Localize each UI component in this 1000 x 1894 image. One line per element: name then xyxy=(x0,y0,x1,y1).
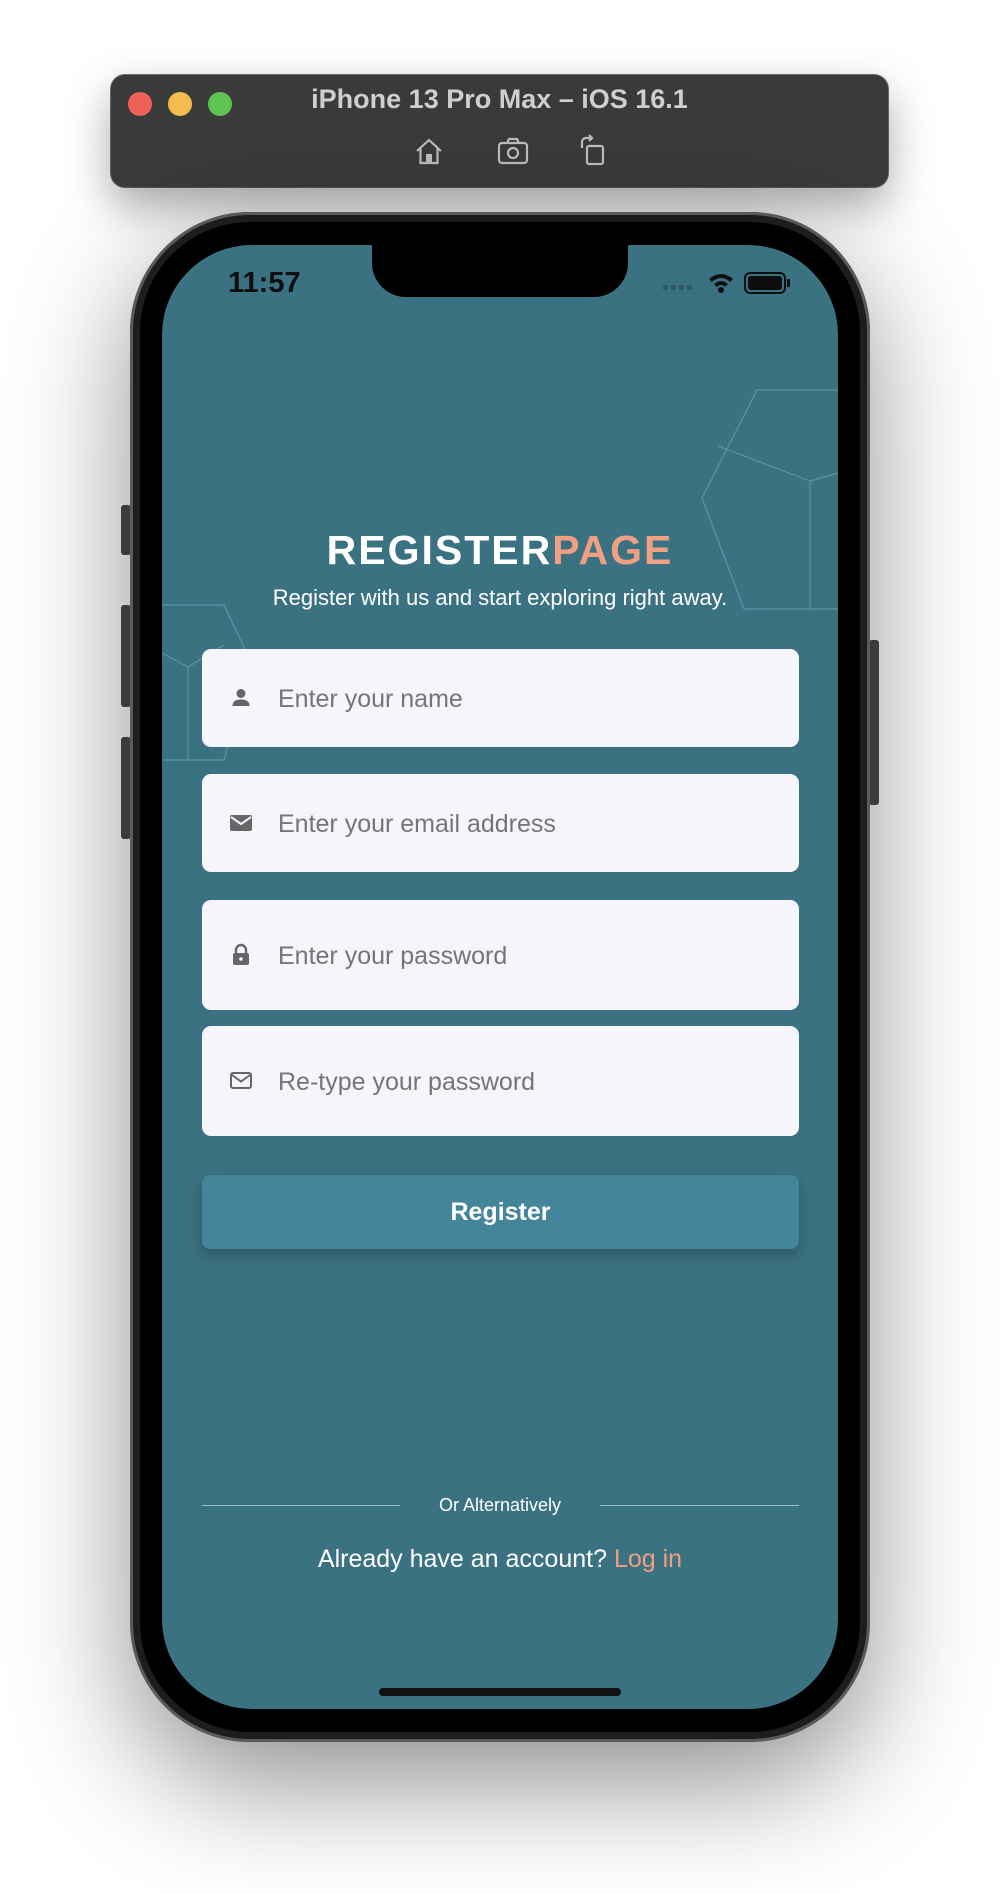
login-link[interactable]: Log in xyxy=(614,1545,682,1573)
page-title-register: REGISTER xyxy=(326,527,553,573)
device-notch xyxy=(372,245,628,297)
register-button[interactable]: Register xyxy=(202,1175,799,1249)
lock-icon xyxy=(228,942,254,968)
password-input[interactable] xyxy=(278,942,779,971)
battery-icon xyxy=(744,272,790,294)
simulator-title: iPhone 13 Pro Max – iOS 16.1 xyxy=(311,84,688,114)
email-input[interactable] xyxy=(278,810,779,839)
name-input[interactable] xyxy=(278,685,779,714)
retype-password-field[interactable] xyxy=(202,1026,799,1136)
password-field[interactable] xyxy=(202,900,799,1010)
email-field[interactable] xyxy=(202,774,799,872)
wifi-icon xyxy=(709,274,733,293)
login-prompt: Already have an account? Log in xyxy=(162,1545,838,1574)
login-question: Already have an account? xyxy=(317,1545,607,1573)
mail-outline-icon xyxy=(228,1068,254,1094)
home-icon[interactable] xyxy=(412,134,446,168)
signal-icon xyxy=(663,285,692,290)
side-button xyxy=(869,640,879,805)
page-title-page: PAGE xyxy=(552,527,674,573)
app-screen: 11:57 REGISTERPAGE Register with us and … xyxy=(162,245,838,1709)
retype-password-input[interactable] xyxy=(278,1068,779,1097)
status-icons xyxy=(663,269,798,297)
mail-icon xyxy=(228,810,254,836)
screenshot-icon[interactable] xyxy=(496,134,530,168)
home-indicator[interactable] xyxy=(379,1688,621,1696)
page-subtitle: Register with us and start exploring rig… xyxy=(272,585,728,610)
name-field[interactable] xyxy=(202,649,799,747)
person-icon xyxy=(228,685,254,711)
rotate-icon[interactable] xyxy=(576,134,610,168)
divider-label: Or Alternatively xyxy=(438,1495,562,1515)
status-time: 11:57 xyxy=(228,267,301,299)
page-title: REGISTERPAGE xyxy=(162,527,838,574)
